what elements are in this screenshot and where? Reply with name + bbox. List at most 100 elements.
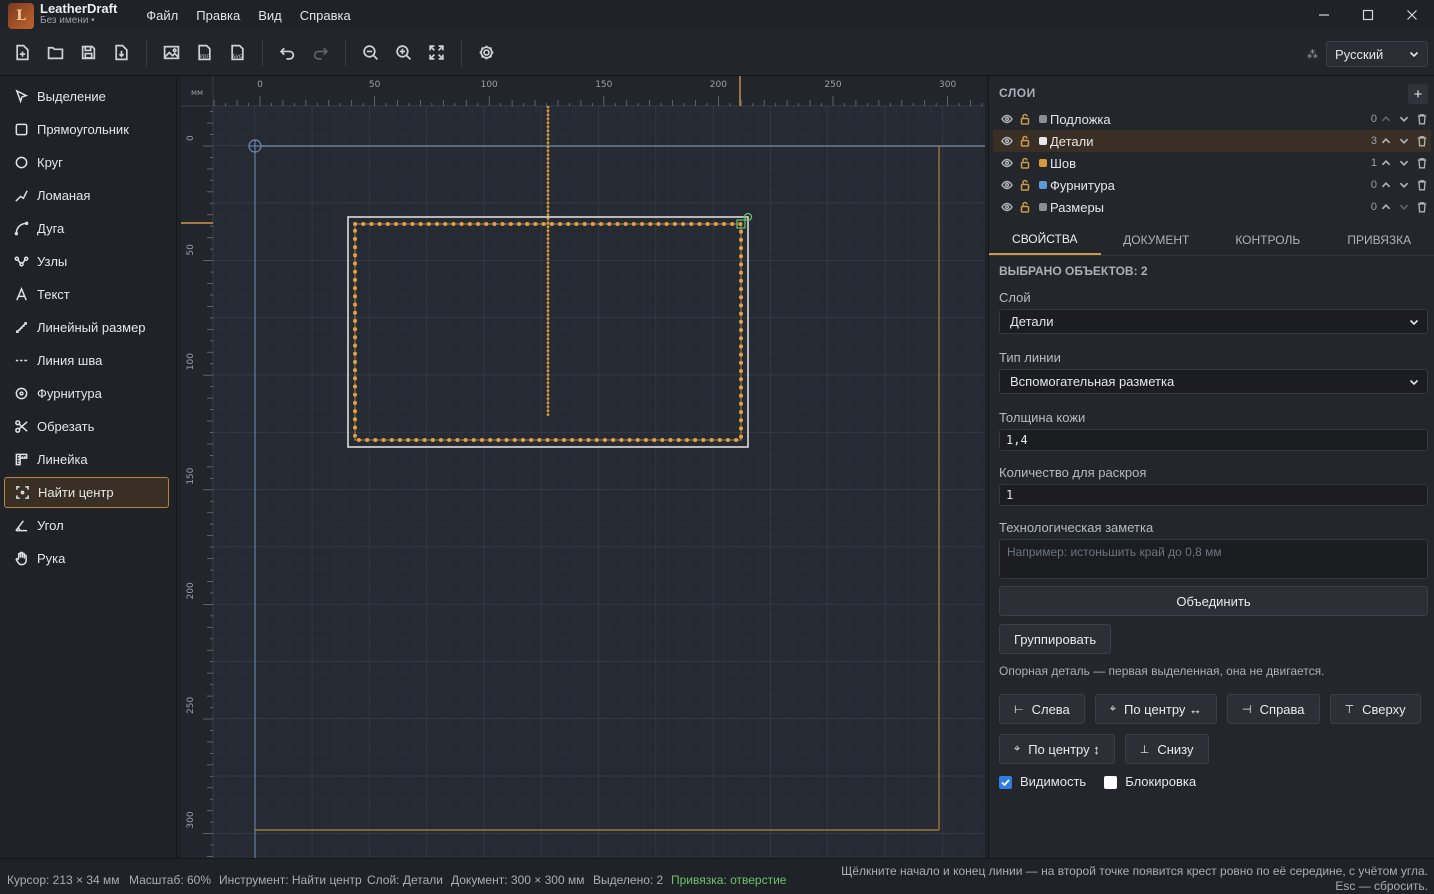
tab-snap[interactable]: ПРИВЯЗКА	[1324, 225, 1434, 255]
eye-icon[interactable]	[999, 133, 1015, 149]
tool-cursor[interactable]: Выделение	[4, 81, 169, 112]
align-vcenter-button[interactable]: ⌖ По центру ↕	[999, 734, 1115, 764]
unlock-icon[interactable]	[1017, 177, 1033, 193]
trash-icon[interactable]	[1413, 199, 1431, 215]
move-down-icon[interactable]	[1395, 155, 1413, 171]
tool-hand[interactable]: Рука	[4, 543, 169, 574]
close-button[interactable]	[1390, 0, 1434, 30]
layer-row[interactable]: Подложка 0	[993, 108, 1431, 130]
cursor-icon	[12, 88, 30, 106]
visibility-checkbox[interactable]: Видимость	[999, 774, 1086, 790]
align-top-label: Сверху	[1362, 701, 1406, 717]
layer-select[interactable]: Детали	[999, 309, 1428, 334]
thickness-input[interactable]: 1,4	[999, 429, 1428, 451]
align-top-button[interactable]: ⊤ Сверху	[1329, 694, 1421, 724]
ruler-icon	[12, 451, 30, 469]
quantity-input[interactable]: 1	[999, 484, 1428, 506]
undo-button[interactable]	[271, 38, 304, 68]
tab-control[interactable]: КОНТРОЛЬ	[1212, 225, 1324, 255]
eye-icon[interactable]	[999, 177, 1015, 193]
new-file-button[interactable]	[6, 38, 39, 68]
visibility-check-box[interactable]	[999, 776, 1012, 790]
lock-checkbox[interactable]: Блокировка	[1104, 774, 1196, 790]
menu-view[interactable]: Вид	[249, 8, 291, 23]
move-up-icon[interactable]	[1377, 177, 1395, 193]
move-up-icon[interactable]	[1377, 133, 1395, 149]
move-down-icon[interactable]	[1395, 111, 1413, 127]
move-down-icon[interactable]	[1395, 199, 1413, 215]
pdf-icon: PDF	[198, 44, 211, 61]
eye-icon[interactable]	[999, 155, 1015, 171]
tab-document[interactable]: ДОКУМЕНТ	[1101, 225, 1213, 255]
maximize-button[interactable]	[1346, 0, 1390, 30]
unlock-icon[interactable]	[1017, 155, 1033, 171]
tool-find-center[interactable]: Найти центр	[4, 477, 169, 508]
lock-check-box[interactable]	[1104, 776, 1118, 790]
redo-button[interactable]	[304, 38, 337, 68]
eye-icon[interactable]	[999, 111, 1015, 127]
settings-button[interactable]	[470, 38, 503, 68]
tool-ruler[interactable]: Линейка	[4, 444, 169, 475]
menu-file[interactable]: Файл	[137, 8, 187, 23]
eye-icon[interactable]	[999, 199, 1015, 215]
align-left-button[interactable]: ⊢ Слева	[999, 694, 1085, 724]
minimize-button[interactable]	[1302, 0, 1346, 30]
merge-button[interactable]: Объединить	[999, 586, 1428, 616]
language-select[interactable]: Русский	[1326, 41, 1428, 67]
menu-help[interactable]: Справка	[291, 8, 360, 23]
ruler-unit: мм	[191, 88, 203, 97]
menu-edit[interactable]: Правка	[187, 8, 249, 23]
tool-text[interactable]: Текст	[4, 279, 169, 310]
zoom-out-button[interactable]	[354, 38, 387, 68]
align-right-button[interactable]: ⊣ Справа	[1227, 694, 1320, 724]
move-up-icon[interactable]	[1377, 111, 1395, 127]
trash-icon[interactable]	[1413, 111, 1431, 127]
unlock-icon[interactable]	[1017, 199, 1033, 215]
linetype-label: Тип линии	[999, 350, 1061, 365]
layer-row[interactable]: Фурнитура 0	[993, 174, 1431, 196]
export-image-button[interactable]	[155, 38, 188, 68]
tool-nodes[interactable]: Узлы	[4, 246, 169, 277]
tool-arc[interactable]: Дуга	[4, 213, 169, 244]
layer-name: Подложка	[1050, 111, 1111, 127]
zoom-in-button[interactable]	[387, 38, 420, 68]
tool-dimension[interactable]: Линейный размер	[4, 312, 169, 343]
add-layer-button[interactable]: +	[1408, 84, 1428, 104]
align-bottom-button[interactable]: ⊥ Снизу	[1124, 734, 1209, 764]
save-as-button[interactable]	[105, 38, 138, 68]
tool-hardware[interactable]: Фурнитура	[4, 378, 169, 409]
status-selected: Выделено: 2	[593, 873, 664, 887]
move-up-icon[interactable]	[1377, 199, 1395, 215]
tool-angle[interactable]: Угол	[4, 510, 169, 541]
tech-note-textarea[interactable]: Например: истоньшить край до 0,8 мм	[999, 539, 1428, 579]
layer-row[interactable]: Шов 1	[993, 152, 1431, 174]
unlock-icon[interactable]	[1017, 133, 1033, 149]
open-file-button[interactable]	[39, 38, 72, 68]
move-down-icon[interactable]	[1395, 177, 1413, 193]
trash-icon[interactable]	[1413, 133, 1431, 149]
linetype-select[interactable]: Вспомогательная разметка	[999, 369, 1428, 394]
trash-icon[interactable]	[1413, 177, 1431, 193]
tool-scissors[interactable]: Обрезать	[4, 411, 169, 442]
unlock-icon[interactable]	[1017, 111, 1033, 127]
move-up-icon[interactable]	[1377, 155, 1395, 171]
save-button[interactable]	[72, 38, 105, 68]
tab-properties[interactable]: СВОЙСТВА	[989, 225, 1101, 255]
layer-row[interactable]: Детали 3	[993, 130, 1431, 152]
hardware-icon	[12, 385, 30, 403]
group-button[interactable]: Группировать	[999, 624, 1112, 654]
layer-row[interactable]: Размеры 0	[993, 196, 1431, 218]
move-down-icon[interactable]	[1395, 133, 1413, 149]
fit-view-button[interactable]	[420, 38, 453, 68]
tool-rectangle[interactable]: Прямоугольник	[4, 114, 169, 145]
tool-polyline[interactable]: Ломаная	[4, 180, 169, 211]
tool-circle[interactable]: Круг	[4, 147, 169, 178]
drawing-canvas[interactable]: 0 50 100 150 200 250 300 0 50 100 150 200 250 300 мм	[181, 76, 985, 858]
export-pdf-button[interactable]: PDF	[188, 38, 221, 68]
align-hcenter-button[interactable]: ⌖ По центру ↔	[1094, 694, 1218, 724]
canvas-svg[interactable]: 0 50 100 150 200 250 300 0 50 100 150 200 250 300 мм	[181, 76, 985, 858]
tool-seam[interactable]: Линия шва	[4, 345, 169, 376]
export-svg-button[interactable]: SVG	[221, 38, 254, 68]
app-logo: L	[8, 3, 34, 29]
trash-icon[interactable]	[1413, 155, 1431, 171]
